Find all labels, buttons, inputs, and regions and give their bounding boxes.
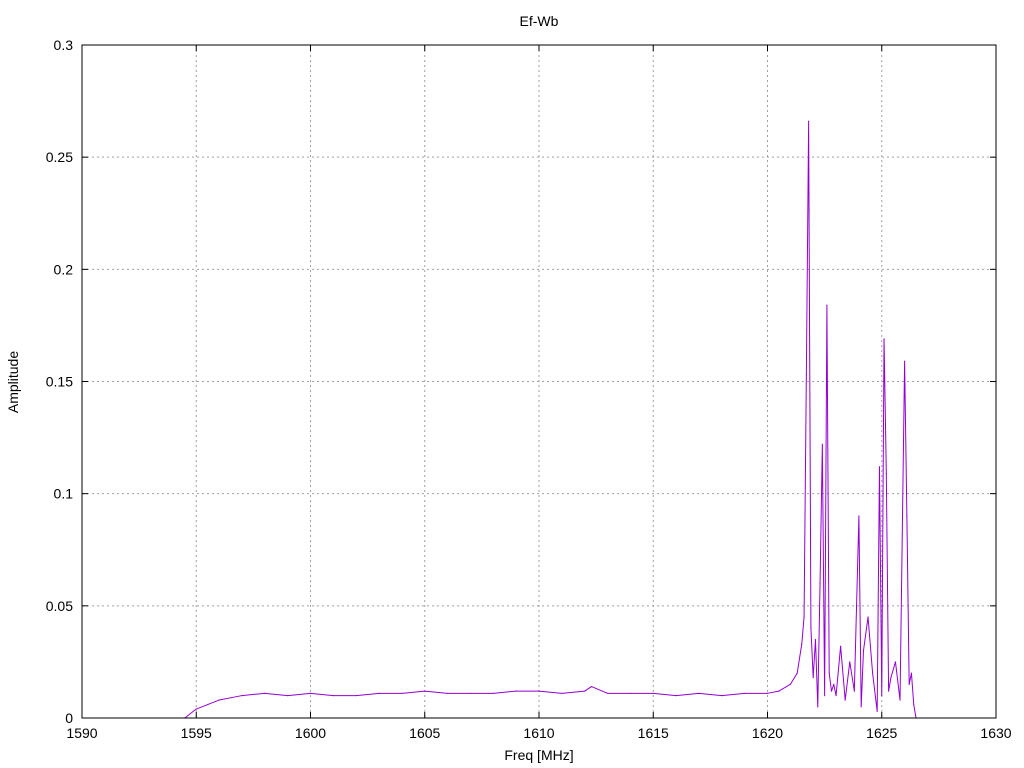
series-point (912, 703, 915, 706)
series-point (832, 683, 835, 686)
series-point (839, 645, 842, 648)
series-point (906, 515, 908, 517)
series-point (867, 616, 869, 618)
series-point (823, 694, 826, 697)
series-point (830, 690, 833, 692)
series-point (878, 465, 881, 468)
series-point (807, 120, 810, 123)
y-tick-label: 0.15 (46, 374, 73, 390)
x-tick-label: 1595 (181, 725, 212, 741)
series-point (721, 694, 723, 697)
series-point (401, 692, 403, 695)
series-point (629, 692, 632, 695)
series-point (805, 373, 808, 376)
x-tick-label: 1620 (752, 725, 783, 741)
series-point (446, 692, 449, 695)
y-tick-label: 0.05 (46, 598, 73, 614)
series-point (355, 694, 358, 697)
series-point (606, 692, 609, 695)
series-point (910, 672, 913, 674)
series-point (848, 661, 851, 663)
chart: 1590 1595 1600 1605 1610 1615 1620 1625 1630 0 0.0… (0, 0, 1024, 768)
y-tick-label: 0.2 (54, 261, 74, 277)
series-point (876, 710, 878, 713)
series-point (766, 692, 769, 695)
x-tick-label: 1630 (980, 725, 1011, 741)
series-point (796, 672, 798, 674)
y-axis-title: Amplitude (5, 351, 21, 413)
series-point (286, 694, 289, 697)
x-tick-label: 1600 (295, 725, 326, 741)
series-point (743, 692, 746, 695)
series-point (887, 690, 890, 692)
y-tick-label: 0.1 (54, 486, 74, 502)
y-tick-label: 0 (65, 710, 73, 726)
series-point (803, 616, 805, 618)
series-point (816, 705, 819, 708)
series-point (844, 699, 846, 701)
series-point (309, 692, 312, 695)
series-point (652, 692, 655, 695)
series-point (810, 627, 812, 630)
series-point (218, 699, 220, 701)
series-point (469, 692, 472, 695)
x-tick-label: 1610 (523, 725, 554, 741)
series-point (423, 690, 426, 692)
series-point (821, 443, 824, 446)
series-point (835, 694, 837, 697)
series-point (206, 703, 209, 706)
series-point (675, 694, 677, 697)
series-point (812, 676, 814, 679)
series-point (229, 697, 232, 699)
series-point (853, 690, 856, 692)
series-point (858, 515, 860, 517)
series-point (789, 683, 792, 686)
series-point (195, 708, 198, 710)
series-point (871, 672, 874, 674)
series-point (800, 643, 803, 645)
series-point (819, 582, 821, 585)
series-point (860, 705, 862, 708)
series-point (241, 694, 243, 697)
series-point (538, 690, 540, 692)
chart-title: Ef-Wb (520, 13, 559, 29)
series-point (908, 683, 910, 686)
series-point (814, 638, 817, 641)
x-axis-title: Freq [MHz] (504, 747, 573, 763)
series-point (492, 692, 495, 695)
series-point (862, 649, 865, 652)
series-point (885, 472, 888, 475)
y-tick-label: 0.3 (54, 37, 74, 53)
series-point (583, 690, 586, 692)
plot-background (0, 0, 1024, 768)
series-point (778, 690, 780, 692)
x-tick-label: 1605 (409, 725, 440, 741)
series-point (698, 692, 700, 695)
y-tick-label: 0.25 (46, 149, 73, 165)
series-point (880, 694, 883, 697)
series-point (883, 338, 885, 340)
series-point (899, 699, 901, 701)
series-point (826, 304, 828, 307)
series-point (590, 685, 593, 688)
x-tick-label: 1590 (66, 725, 97, 741)
series-point (890, 676, 892, 679)
series-point (828, 672, 830, 674)
series-point (264, 692, 266, 695)
series-point (903, 360, 906, 363)
series-point (378, 692, 380, 695)
series-point (332, 694, 335, 697)
series-point (894, 661, 897, 663)
series-point (515, 690, 517, 692)
x-tick-label: 1625 (866, 725, 897, 741)
series-point (561, 692, 563, 695)
x-tick-label: 1615 (638, 725, 669, 741)
